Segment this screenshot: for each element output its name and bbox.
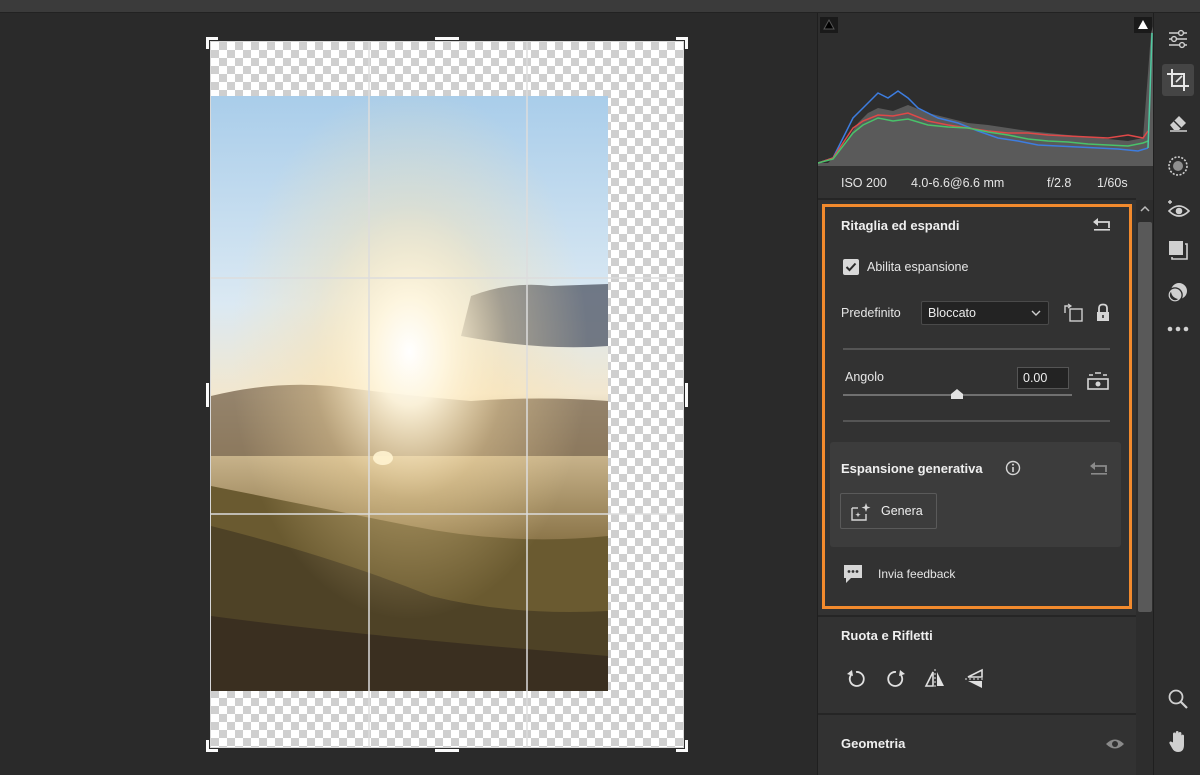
- crop-handle-bl-v[interactable]: [206, 740, 209, 752]
- rotate-left-icon[interactable]: [845, 668, 867, 690]
- rotate-right-icon[interactable]: [885, 668, 907, 690]
- presets-tool-button[interactable]: [1162, 234, 1194, 266]
- crop-handle-right[interactable]: [685, 383, 688, 407]
- mask-icon: [1168, 156, 1188, 176]
- crop-handle-top[interactable]: [435, 37, 459, 40]
- remove-tool-button[interactable]: [1162, 107, 1194, 139]
- zoom-tool-button[interactable]: [1162, 683, 1194, 715]
- tool-rail: [1153, 13, 1200, 775]
- crop-frame[interactable]: [206, 37, 688, 752]
- red-eye-tool-button[interactable]: [1162, 193, 1194, 225]
- hand-icon: [1169, 731, 1184, 752]
- snapshots-icon: [1167, 283, 1187, 303]
- crop-tool-button[interactable]: [1162, 64, 1194, 96]
- panel-scrollbar[interactable]: [1136, 200, 1154, 775]
- exif-shutter: 1/60s: [1097, 176, 1128, 190]
- masking-tool-button[interactable]: [1162, 150, 1194, 182]
- snapshots-tool-button[interactable]: [1162, 276, 1194, 308]
- scroll-up-icon[interactable]: [1139, 203, 1151, 215]
- scroll-thumb[interactable]: [1138, 222, 1152, 612]
- eraser-icon: [1170, 116, 1187, 132]
- geometry-section-title[interactable]: Geometria: [841, 736, 905, 751]
- histogram: [818, 13, 1154, 166]
- crop-handle-left[interactable]: [206, 383, 209, 407]
- flip-vertical-icon[interactable]: [964, 668, 986, 690]
- photo-image: [211, 96, 608, 691]
- top-bar: [0, 0, 1200, 13]
- divider: [818, 198, 1136, 200]
- crop-handle-tl-v[interactable]: [206, 37, 209, 49]
- visibility-eye-icon[interactable]: [1105, 737, 1125, 751]
- grid-line-v1: [368, 42, 370, 747]
- crop-handle-br-v[interactable]: [685, 740, 688, 752]
- rotate-section-title[interactable]: Ruota e Rifletti: [841, 628, 933, 643]
- edit-panel: ISO 200 4.0-6.6@6.6 mm f/2.8 1/60s Ritag…: [817, 13, 1154, 775]
- grid-line-v2: [526, 42, 528, 747]
- flip-horizontal-icon[interactable]: [924, 668, 946, 690]
- exif-lens: 4.0-6.6@6.6 mm: [911, 176, 1005, 190]
- edit-sliders-icon: [1169, 29, 1187, 49]
- red-eye-icon: [1167, 200, 1190, 217]
- crop-handle-bottom[interactable]: [435, 749, 459, 752]
- grid-line-h2: [211, 513, 683, 515]
- divider: [818, 615, 1136, 617]
- grid-line-h1: [211, 277, 683, 279]
- more-tools-button[interactable]: [1162, 313, 1194, 345]
- crop-handle-tr-v[interactable]: [685, 37, 688, 49]
- image-canvas[interactable]: [0, 13, 817, 775]
- highlight-frame: [822, 204, 1132, 609]
- exif-iso: ISO 200: [841, 176, 887, 190]
- divider: [818, 713, 1136, 715]
- more-icon: [1167, 326, 1189, 332]
- presets-icon: [1169, 241, 1188, 260]
- histogram-graph: [818, 23, 1154, 166]
- exif-aperture: f/2.8: [1047, 176, 1072, 190]
- edit-tool-button[interactable]: [1162, 23, 1194, 55]
- hand-tool-button[interactable]: [1162, 726, 1194, 758]
- crop-icon: [1167, 69, 1189, 91]
- zoom-icon: [1168, 689, 1188, 709]
- exif-info: ISO 200 4.0-6.6@6.6 mm f/2.8 1/60s: [818, 170, 1136, 196]
